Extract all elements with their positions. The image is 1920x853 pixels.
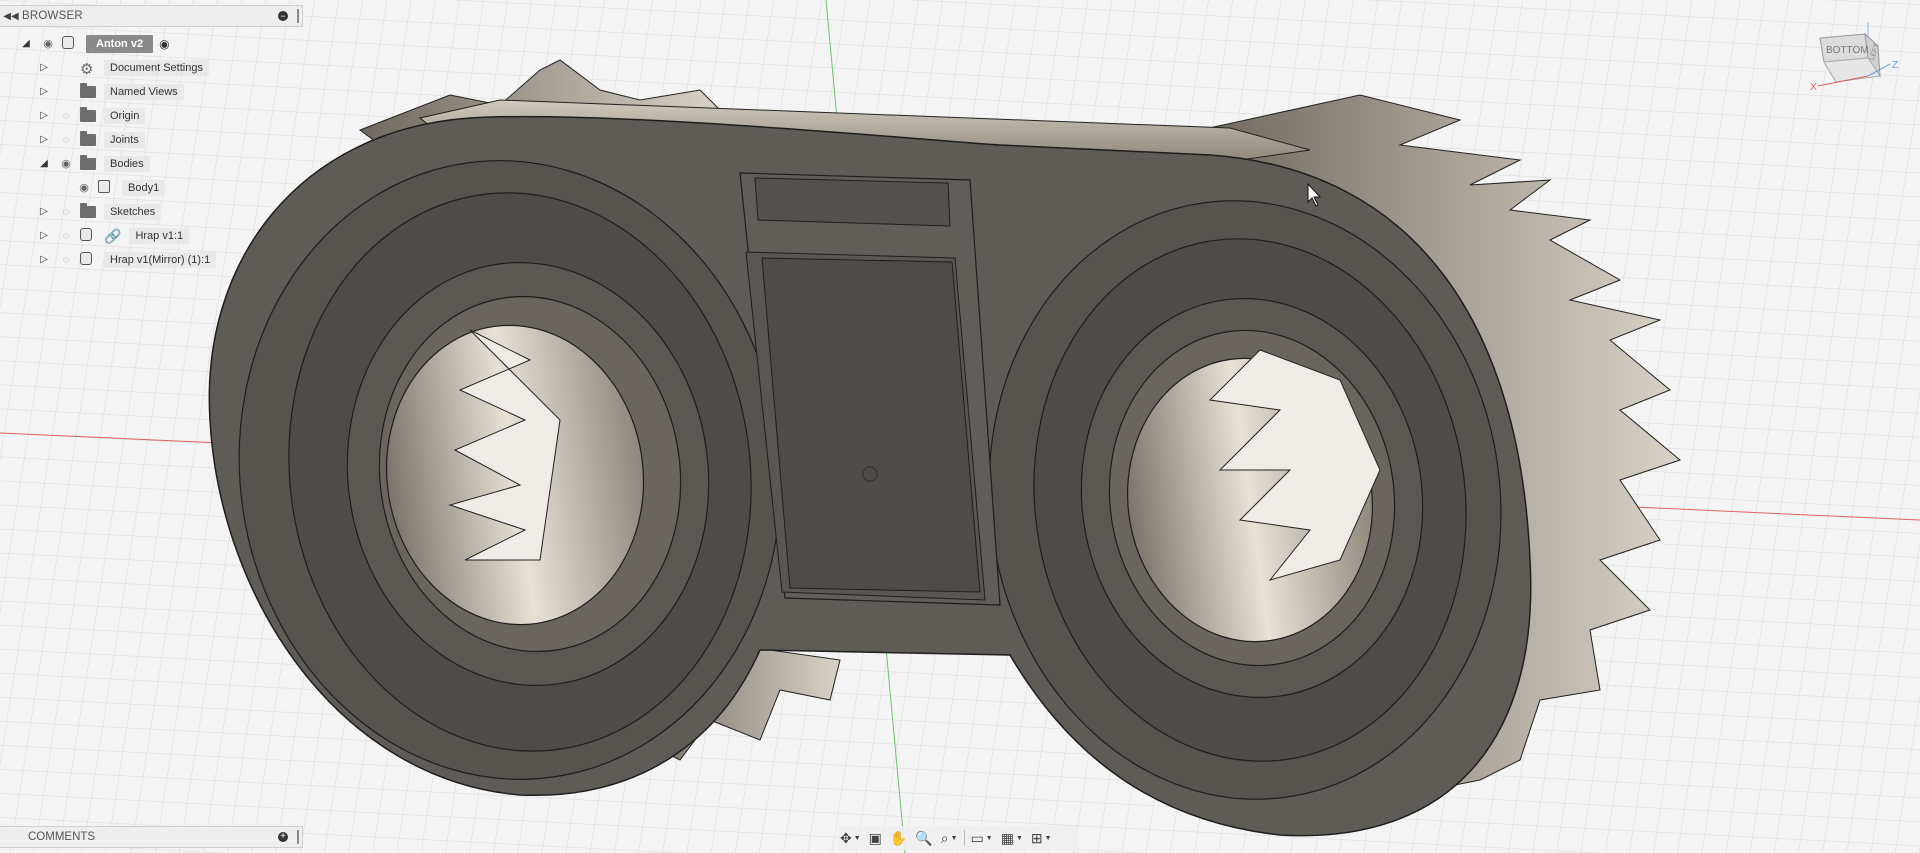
zoom-window-icon: ⌕ [940,829,949,846]
folder-icon [80,155,98,172]
expand-triangle-icon[interactable]: ▷ [38,86,50,98]
3d-viewport[interactable] [0,0,1920,853]
tree-root[interactable]: ◢ ◉ Anton v2 ◉ [20,34,170,54]
viewcube-x-label: X [1810,82,1817,93]
eye-hidden-icon[interactable]: ◌ [58,206,74,218]
fit-button[interactable]: ⌕ ▼ [939,827,960,849]
display-settings-button[interactable]: ▭ ▼ [969,827,995,849]
tree-item-label[interactable]: Document Settings [104,60,209,76]
toolbar-divider [963,830,965,846]
orbit-icon: ✥ [840,829,852,846]
grid-icon: ▦ [1000,829,1014,846]
eye-icon[interactable]: ◉ [76,182,92,194]
folder-icon [80,83,98,100]
center-pocket [739,172,1001,606]
grid-settings-button[interactable]: ▦ ▼ [999,827,1025,849]
expanded-triangle-icon[interactable]: ◢ [38,158,50,170]
eye-placeholder [58,86,74,98]
viewcube-bottom-label: BOTTOM [1826,45,1869,56]
gear-icon: ⚙ [80,61,94,78]
navigation-toolbar: ✥ ▼ ▣ ✋ 🔍 ⌕ ▼ ▭ ▼ ▦ ▼ ⊞ ▼ [838,826,1078,850]
expand-triangle-icon[interactable]: ▷ [38,62,50,74]
expand-triangle-icon[interactable]: ▷ [38,206,50,218]
orbit-button[interactable]: ✥ ▼ [838,827,863,849]
pan-button[interactable]: ✋ [888,827,909,849]
tree-item-named-views[interactable]: ▷ Named Views [38,82,184,102]
tree-item-body1[interactable]: ◉ Body1 [76,178,166,198]
tree-item-label[interactable]: Origin [104,108,146,124]
expanded-triangle-icon[interactable]: ◢ [20,38,32,50]
tree-item-label[interactable]: Bodies [104,156,150,172]
tree-item-hrap-v1[interactable]: ▷ ◌ 🔗 Hrap v1:1 [38,226,190,246]
expand-triangle-icon[interactable]: ▷ [38,110,50,122]
expand-triangle-icon[interactable]: ▷ [38,134,50,146]
eye-hidden-icon[interactable]: ◌ [58,254,74,266]
component-icon [80,228,98,244]
expand-triangle-icon[interactable]: ▷ [38,254,50,266]
eye-hidden-icon[interactable]: ◌ [58,230,74,242]
display-icon: ▭ [970,829,984,846]
tree-item-label[interactable]: Named Views [104,84,184,100]
comments-panel[interactable]: COMMENTS + [0,826,303,848]
tree-item-label[interactable]: Sketches [104,204,162,220]
folder-icon [80,131,98,148]
tree-item-joints[interactable]: ▷ ◌ Joints [38,130,145,150]
eye-hidden-icon[interactable]: ◌ [58,110,74,122]
viewcube[interactable]: BOTTOM LEFT X Z [1810,20,1910,100]
root-component-label[interactable]: Anton v2 [86,35,154,53]
tree-item-hrap-v1-mirror[interactable]: ▷ ◌ Hrap v1(Mirror) (1):1 [38,250,217,270]
add-comment-icon[interactable]: + [278,832,288,842]
viewports-icon: ⊞ [1030,829,1043,846]
tree-item-label[interactable]: Hrap v1(Mirror) (1):1 [104,252,217,268]
tree-item-bodies[interactable]: ◢ ◉ Bodies [38,154,150,174]
chevron-down-icon: ▼ [1015,834,1023,842]
eye-placeholder [58,62,74,74]
tree-item-label[interactable]: Joints [104,132,145,148]
body-icon [98,180,116,196]
component-icon [62,36,80,52]
chevron-down-icon: ▼ [985,834,993,842]
comments-title: COMMENTS [28,831,96,843]
link-icon: 🔗 [104,227,122,244]
chevron-down-icon: ▼ [1044,834,1052,842]
tree-item-label[interactable]: Body1 [122,180,166,196]
eye-icon[interactable]: ◉ [40,38,56,50]
hand-icon: ✋ [889,829,908,846]
panel-resize-grip[interactable] [297,9,299,23]
eye-icon[interactable]: ◉ [58,158,74,170]
zoom-button[interactable]: 🔍 [913,827,934,849]
tree-item-sketches[interactable]: ▷ ◌ Sketches [38,202,162,222]
viewcube-z-label: Z [1892,60,1898,71]
model-canvas[interactable] [0,0,1920,853]
minimize-panel-icon[interactable]: − [278,11,288,21]
look-at-icon: ▣ [868,829,882,846]
collapse-panel-icon[interactable]: ◀◀ [0,11,22,22]
folder-icon [80,107,98,124]
tree-item-origin[interactable]: ▷ ◌ Origin [38,106,146,126]
chevron-down-icon: ▼ [950,834,958,842]
expand-triangle-icon[interactable]: ▷ [38,230,50,242]
component-icon [80,252,98,268]
folder-icon [80,203,98,220]
browser-header: ◀◀ BROWSER − [0,5,303,27]
look-at-button[interactable]: ▣ [867,827,884,849]
tree-item-document-settings[interactable]: ▷ ⚙ Document Settings [38,58,209,78]
chevron-down-icon: ▼ [853,834,861,842]
tree-item-label[interactable]: Hrap v1:1 [129,228,190,244]
panel-resize-grip[interactable] [297,830,299,844]
browser-title: BROWSER [22,10,83,22]
eye-hidden-icon[interactable]: ◌ [58,134,74,146]
zoom-icon: 🔍 [915,829,933,846]
activate-radio-icon[interactable]: ◉ [159,37,169,51]
viewports-button[interactable]: ⊞ ▼ [1029,827,1054,849]
